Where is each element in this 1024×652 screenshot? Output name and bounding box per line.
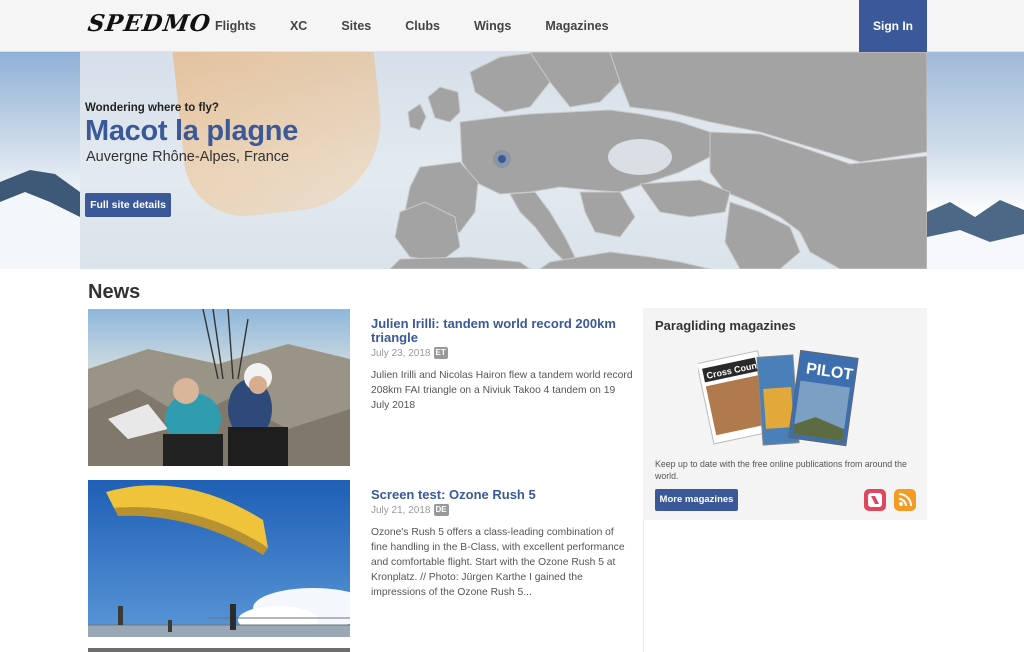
next-news-image-edge [88, 648, 350, 652]
top-header: SPEDMO Flights XC Sites Clubs Wings Maga… [0, 0, 1024, 52]
nav-clubs[interactable]: Clubs [388, 0, 457, 52]
sign-in-button[interactable]: Sign In [859, 0, 927, 52]
news-item-1: Julien Irilli: tandem world record 200km… [371, 317, 633, 413]
news-meta: July 23, 2018 ET [371, 347, 633, 359]
apple-news-icon[interactable] [864, 489, 886, 511]
rss-glyph [898, 493, 912, 507]
magazine-covers-image[interactable]: Cross Country PILOT [698, 348, 868, 453]
news-item-2: Screen test: Ozone Rush 5 July 21, 2018 … [371, 488, 633, 600]
language-badge: DE [433, 504, 449, 516]
nav-flights[interactable]: Flights [198, 0, 273, 52]
rss-icon[interactable] [894, 489, 916, 511]
ozone-rush-photo [88, 480, 350, 637]
hero-banner: Wondering where to fly? Macot la plagne … [0, 52, 1024, 269]
news-summary: Ozone's Rush 5 offers a class-leading co… [371, 527, 625, 598]
news-headline[interactable]: Julien Irilli: tandem world record 200km… [371, 317, 633, 345]
magazines-panel: Paragliding magazines Cross Country PILO… [643, 308, 927, 520]
news-date: July 23, 2018 [371, 347, 431, 359]
nav-magazines[interactable]: Magazines [528, 0, 625, 52]
news-headline[interactable]: Screen test: Ozone Rush 5 [371, 488, 633, 502]
site-logo[interactable]: SPEDMO [86, 10, 213, 37]
hero-site-region: Auvergne Rhône-Alpes, France [86, 149, 290, 165]
news-image-ozone[interactable] [88, 480, 350, 637]
more-magazines-button[interactable]: More magazines [655, 489, 738, 511]
nav-xc[interactable]: XC [273, 0, 324, 52]
hero-eyebrow: Wondering where to fly? [85, 102, 219, 114]
nav-sites[interactable]: Sites [324, 0, 388, 52]
full-site-details-button[interactable]: Full site details [85, 193, 171, 217]
tandem-photo [88, 309, 350, 466]
apple-news-glyph [868, 493, 882, 507]
language-badge: ET [433, 347, 448, 359]
news-summary: Julien Irilli and Nicolas Hairon flew a … [371, 370, 633, 411]
europe-map[interactable] [380, 52, 927, 269]
magazines-title: Paragliding magazines [655, 318, 796, 333]
main-nav: Flights XC Sites Clubs Wings Magazines [198, 0, 626, 52]
hero-site-title[interactable]: Macot la plagne [85, 115, 298, 148]
news-image-tandem[interactable] [88, 309, 350, 466]
magazines-description: Keep up to date with the free online pub… [655, 459, 907, 481]
nav-wings[interactable]: Wings [457, 0, 528, 52]
news-meta: July 21, 2018 DE [371, 504, 633, 516]
news-date: July 21, 2018 [371, 504, 431, 516]
news-heading: News [88, 281, 141, 303]
